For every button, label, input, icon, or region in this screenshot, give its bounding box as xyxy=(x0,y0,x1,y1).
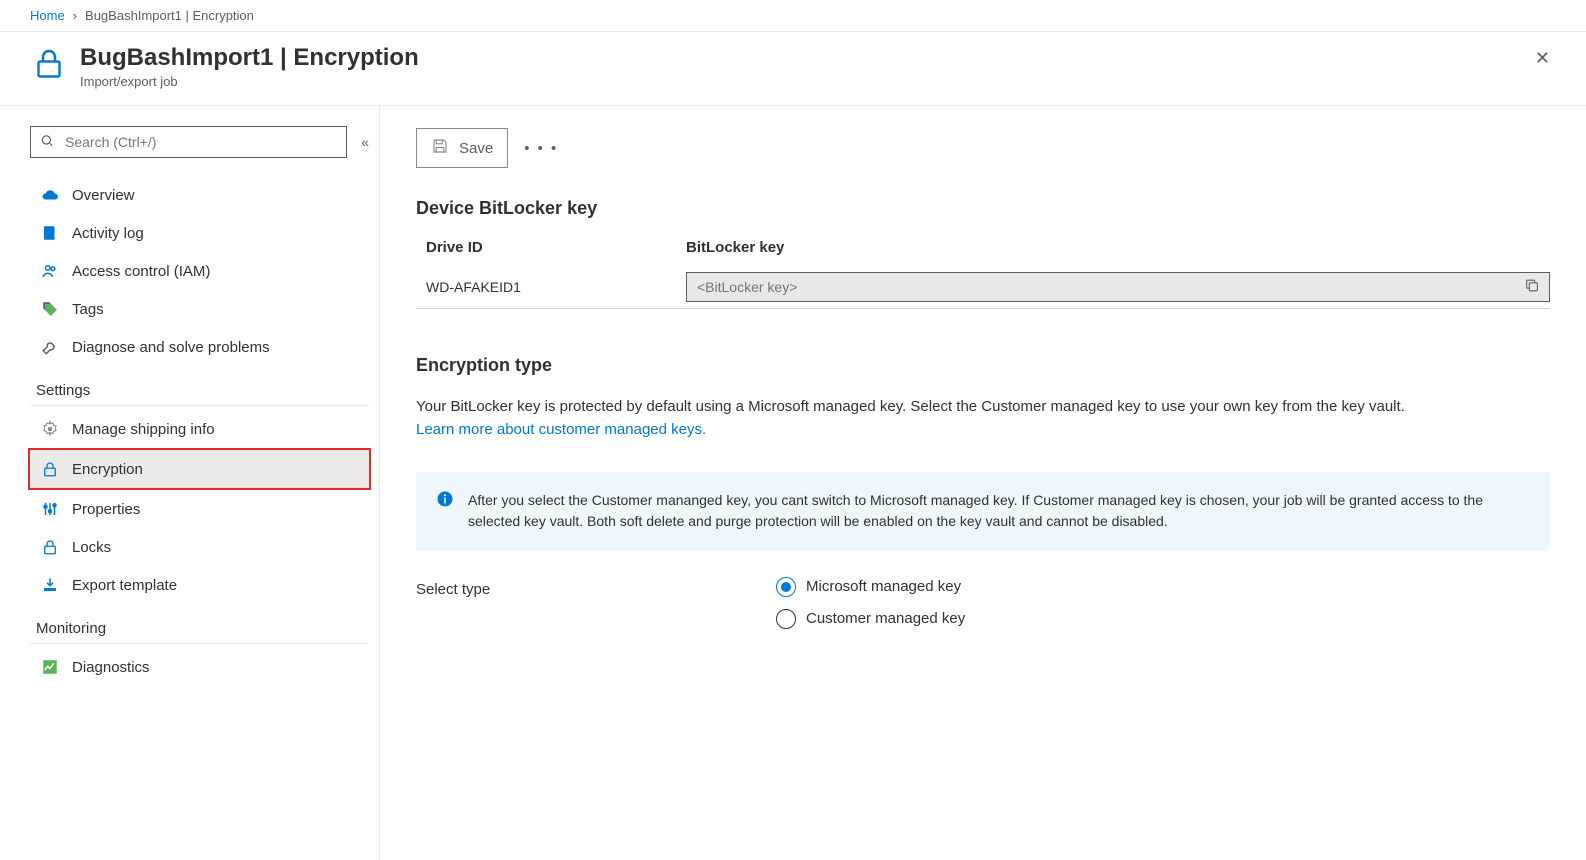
sidebar-item-activity-log[interactable]: Activity log xyxy=(30,214,369,252)
collapse-sidebar-icon[interactable]: « xyxy=(361,134,369,150)
sidebar-section-monitoring: Monitoring xyxy=(30,604,369,644)
radio-microsoft-key[interactable]: Microsoft managed key xyxy=(776,577,965,597)
breadcrumb: Home › BugBashImport1 | Encryption xyxy=(0,0,1586,32)
select-type-label: Select type xyxy=(416,577,776,598)
sidebar-item-overview[interactable]: Overview xyxy=(30,176,369,214)
sidebar-item-label: Properties xyxy=(72,501,140,518)
sidebar-item-label: Locks xyxy=(72,539,111,556)
save-icon xyxy=(431,137,449,159)
save-button-label: Save xyxy=(459,140,493,157)
people-icon xyxy=(40,261,60,281)
more-button[interactable]: • • • xyxy=(516,132,566,165)
sidebar-item-label: Access control (IAM) xyxy=(72,263,210,280)
radio-label: Microsoft managed key xyxy=(806,578,961,595)
sidebar: « Overview Activity log Access control (… xyxy=(0,106,380,860)
sidebar-item-label: Encryption xyxy=(72,461,143,478)
sidebar-item-label: Diagnose and solve problems xyxy=(72,339,270,356)
main-content: Save • • • Device BitLocker key Drive ID… xyxy=(380,106,1586,860)
page-subtitle: Import/export job xyxy=(80,74,419,89)
radio-group-key-type: Microsoft managed key Customer managed k… xyxy=(776,577,965,629)
table-row: WD-AFAKEID1 xyxy=(416,266,1550,309)
wrench-icon xyxy=(40,337,60,357)
lock-icon xyxy=(40,459,60,479)
cloud-icon xyxy=(40,185,60,205)
sidebar-item-tags[interactable]: Tags xyxy=(30,290,369,328)
sidebar-item-label: Export template xyxy=(72,577,177,594)
sidebar-item-label: Diagnostics xyxy=(72,659,150,676)
lock-icon xyxy=(30,44,68,82)
properties-icon xyxy=(40,499,60,519)
close-button[interactable]: ✕ xyxy=(1529,48,1556,69)
toolbar: Save • • • xyxy=(416,128,1550,168)
radio-icon xyxy=(776,577,796,597)
chart-icon xyxy=(40,657,60,677)
save-button[interactable]: Save xyxy=(416,128,508,168)
sidebar-item-label: Manage shipping info xyxy=(72,421,215,438)
sidebar-item-properties[interactable]: Properties xyxy=(30,490,369,528)
bitlocker-key-input[interactable] xyxy=(686,272,1550,302)
learn-more-link[interactable]: Learn more about customer managed keys. xyxy=(416,421,706,438)
tag-icon xyxy=(40,299,60,319)
info-text: After you select the Customer mananged k… xyxy=(468,490,1530,533)
page-title: BugBashImport1 | Encryption xyxy=(80,44,419,72)
chevron-right-icon: › xyxy=(73,8,77,23)
info-icon xyxy=(436,490,454,533)
bitlocker-heading: Device BitLocker key xyxy=(416,198,1550,219)
copy-icon[interactable] xyxy=(1524,278,1540,297)
log-icon xyxy=(40,223,60,243)
download-icon xyxy=(40,575,60,595)
sidebar-item-encryption[interactable]: Encryption xyxy=(28,448,371,490)
encryption-type-heading: Encryption type xyxy=(416,355,1550,376)
radio-customer-key[interactable]: Customer managed key xyxy=(776,609,965,629)
col-header-drive: Drive ID xyxy=(416,239,686,256)
lock-icon xyxy=(40,537,60,557)
encryption-desc: Your BitLocker key is protected by defau… xyxy=(416,396,1550,419)
bitlocker-table: Drive ID BitLocker key WD-AFAKEID1 xyxy=(416,239,1550,309)
sidebar-item-label: Tags xyxy=(72,301,104,318)
info-box: After you select the Customer mananged k… xyxy=(416,472,1550,551)
sidebar-item-manage-shipping[interactable]: Manage shipping info xyxy=(30,410,369,448)
breadcrumb-current: BugBashImport1 | Encryption xyxy=(85,8,254,23)
drive-id-cell: WD-AFAKEID1 xyxy=(416,279,686,295)
sidebar-item-diagnose[interactable]: Diagnose and solve problems xyxy=(30,328,369,366)
radio-icon xyxy=(776,609,796,629)
sidebar-item-label: Overview xyxy=(72,187,135,204)
page-header: BugBashImport1 | Encryption Import/expor… xyxy=(0,32,1586,106)
sidebar-item-diagnostics[interactable]: Diagnostics xyxy=(30,648,369,686)
breadcrumb-home[interactable]: Home xyxy=(30,8,65,23)
gear-icon xyxy=(40,419,60,439)
sidebar-item-export-template[interactable]: Export template xyxy=(30,566,369,604)
radio-label: Customer managed key xyxy=(806,610,965,627)
sidebar-item-label: Activity log xyxy=(72,225,144,242)
search-icon xyxy=(40,134,54,151)
sidebar-section-settings: Settings xyxy=(30,366,369,406)
sidebar-item-access-control[interactable]: Access control (IAM) xyxy=(30,252,369,290)
col-header-key: BitLocker key xyxy=(686,239,1550,256)
search-input[interactable] xyxy=(30,126,347,158)
sidebar-item-locks[interactable]: Locks xyxy=(30,528,369,566)
